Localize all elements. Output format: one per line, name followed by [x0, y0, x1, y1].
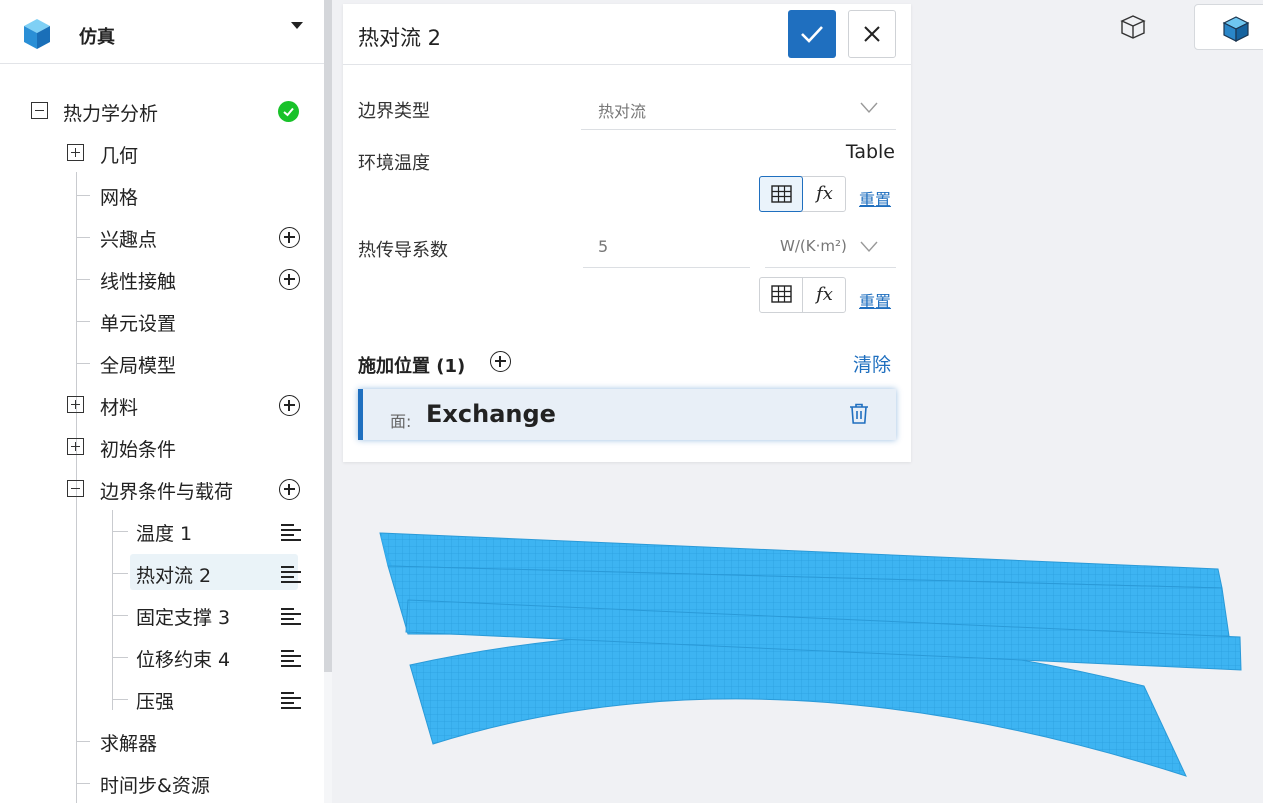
- unit-value: W/(K·m²): [780, 237, 847, 255]
- tree-item-fixed-support-3[interactable]: 固定支撑 3: [130, 596, 301, 632]
- chevron-down-icon: [860, 241, 878, 253]
- panel-title: 热对流 2: [358, 26, 442, 50]
- boundary-type-value: 热对流: [598, 102, 647, 121]
- tree-item-pressure[interactable]: 压强: [130, 680, 301, 716]
- tree-item-label: 全局模型: [100, 355, 177, 377]
- tree-guide-line: [112, 531, 128, 532]
- tree-item-label: 位移约束 4: [136, 649, 231, 671]
- boundary-type-label: 边界类型: [358, 101, 430, 122]
- expand-icon[interactable]: [67, 438, 84, 455]
- tree-item-solver[interactable]: 求解器: [0, 722, 320, 758]
- tree-item-heat-convection-2[interactable]: 热对流 2: [130, 554, 301, 590]
- trash-icon[interactable]: [847, 402, 871, 426]
- tree-item-thermal-analysis[interactable]: 热力学分析: [0, 92, 320, 128]
- add-circle-icon[interactable]: [279, 479, 300, 500]
- tree-item-label: 材料: [100, 397, 139, 419]
- location-label: 施加位置 (1): [358, 356, 466, 377]
- heat-transfer-coefficient-reset-link[interactable]: 重置: [859, 288, 891, 312]
- ambient-temperature-input-mode: fx: [759, 176, 846, 212]
- table-button[interactable]: [760, 278, 803, 312]
- heat-transfer-coefficient-input-mode: fx: [759, 277, 846, 313]
- sidebar-header: 仿真: [0, 0, 324, 64]
- menu-lines-icon[interactable]: [281, 692, 301, 709]
- tree-item-label: 几何: [100, 145, 139, 167]
- model-tree-sidebar: 仿真 热力学分析 几何 网格 兴趣点 线性接触 单元设置 全局模型 材料 初始条…: [0, 0, 324, 803]
- clear-locations-link[interactable]: 清除: [853, 350, 891, 377]
- chevron-down-icon: [860, 102, 878, 114]
- close-button[interactable]: [848, 10, 896, 58]
- face-prefix: 面:: [390, 412, 412, 431]
- check-circle-icon: [278, 101, 299, 122]
- heat-transfer-coefficient-value: 5: [598, 237, 609, 256]
- ambient-temperature-reset-link[interactable]: 重置: [859, 186, 891, 210]
- menu-lines-icon[interactable]: [281, 566, 301, 583]
- ambient-temperature-value: Table: [845, 141, 895, 163]
- menu-lines-icon[interactable]: [281, 524, 301, 541]
- close-icon: [864, 26, 880, 42]
- chevron-down-icon[interactable]: [291, 22, 303, 29]
- expand-icon[interactable]: [67, 144, 84, 161]
- sidebar-scroll-track: [324, 672, 332, 803]
- menu-lines-icon[interactable]: [281, 650, 301, 667]
- panel-header: 热对流 2: [343, 4, 911, 65]
- location-item[interactable]: 面: Exchange: [358, 389, 896, 440]
- tree-item-label: 初始条件: [100, 439, 177, 461]
- tree-guide-line: [112, 573, 128, 574]
- ambient-temperature-label: 环境温度: [358, 153, 430, 174]
- tree-item-time-steps[interactable]: 时间步&资源: [0, 764, 320, 800]
- heat-transfer-coefficient-label: 热传导系数: [358, 240, 448, 261]
- tree-item-label: 热对流 2: [136, 565, 212, 587]
- formula-button[interactable]: fx: [803, 177, 846, 211]
- tree-item-initial-conditions[interactable]: 初始条件: [0, 428, 320, 464]
- add-circle-icon[interactable]: [279, 395, 300, 416]
- face-name: Exchange: [426, 400, 556, 428]
- tree-item-label: 单元设置: [100, 313, 177, 335]
- tree-item-label: 求解器: [100, 733, 158, 755]
- tree-item-label: 温度 1: [136, 523, 193, 545]
- app-title: 仿真: [79, 27, 115, 48]
- tree-item-poi[interactable]: 兴趣点: [0, 218, 320, 254]
- tree-item-linear-contact[interactable]: 线性接触: [0, 260, 320, 296]
- boundary-type-select[interactable]: 热对流: [581, 88, 896, 130]
- formula-button[interactable]: fx: [803, 278, 846, 312]
- table-button[interactable]: [759, 176, 803, 212]
- tree-guide-line: [112, 699, 128, 700]
- collapse-icon[interactable]: [67, 480, 84, 497]
- collapse-icon[interactable]: [31, 102, 48, 119]
- confirm-button[interactable]: [788, 10, 836, 58]
- tree-item-material[interactable]: 材料: [0, 386, 320, 422]
- tree-item-label: 热力学分析: [63, 103, 159, 125]
- tree-guide-line: [112, 615, 128, 616]
- tree-item-temperature-1[interactable]: 温度 1: [130, 512, 301, 548]
- tree-guide-line: [112, 657, 128, 658]
- add-circle-icon[interactable]: [279, 269, 300, 290]
- tree-item-label: 兴趣点: [100, 229, 158, 251]
- table-icon: [771, 185, 792, 203]
- property-panel: 热对流 2 边界类型 热对流 环境温度 Table fx 重置 热传导系数 5 …: [343, 4, 911, 462]
- tree-item-element-settings[interactable]: 单元设置: [0, 302, 320, 338]
- cube-logo-icon: [24, 19, 50, 49]
- add-location-icon[interactable]: [490, 351, 511, 372]
- menu-lines-icon[interactable]: [281, 608, 301, 625]
- table-icon: [771, 285, 792, 303]
- tree-item-label: 时间步&资源: [100, 775, 210, 797]
- unit-select[interactable]: W/(K·m²): [765, 228, 896, 268]
- check-icon: [801, 26, 823, 43]
- sidebar-scrollbar[interactable]: [324, 0, 332, 672]
- add-circle-icon[interactable]: [279, 227, 300, 248]
- tree-item-label: 压强: [136, 691, 175, 713]
- tree-guide-line: [112, 510, 113, 710]
- tree-item-mesh[interactable]: 网格: [0, 176, 320, 212]
- tree-item-boundary-loads[interactable]: 边界条件与载荷: [0, 470, 320, 506]
- tree-item-geometry[interactable]: 几何: [0, 134, 320, 170]
- heat-transfer-coefficient-input[interactable]: 5: [583, 228, 750, 268]
- tree-item-label: 网格: [100, 187, 139, 209]
- tree-item-label: 边界条件与载荷: [100, 481, 234, 503]
- tree-item-label: 固定支撑 3: [136, 607, 231, 629]
- expand-icon[interactable]: [67, 396, 84, 413]
- tree-item-label: 线性接触: [100, 271, 177, 293]
- tree-item-global-model[interactable]: 全局模型: [0, 344, 320, 380]
- tree-item-displacement-constraint-4[interactable]: 位移约束 4: [130, 638, 301, 674]
